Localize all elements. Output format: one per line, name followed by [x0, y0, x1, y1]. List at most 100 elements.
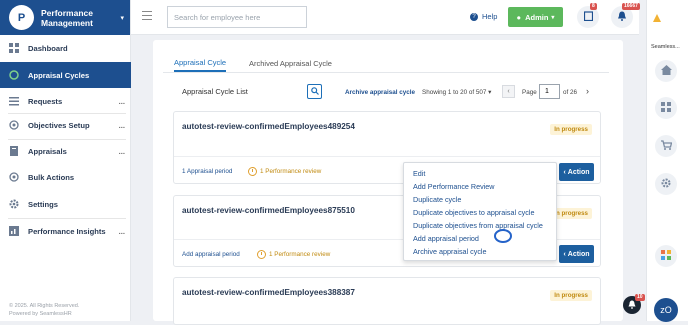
sidebar-item-appraisals[interactable]: Appraisals ...: [0, 138, 131, 164]
cycle-title[interactable]: autotest-review-confirmedEmployees875510: [182, 206, 355, 215]
dashboard-icon: [9, 43, 19, 53]
home-button[interactable]: [655, 60, 677, 82]
clock-icon: [257, 250, 266, 259]
employee-search-input[interactable]: [167, 6, 307, 28]
more-icon[interactable]: ...: [119, 227, 125, 236]
sidebar-item-label: Bulk Actions: [28, 172, 75, 182]
list-title: Appraisal Cycle List: [182, 87, 248, 96]
floating-badge: 10: [635, 294, 645, 301]
menu-item-duplicate-objectives-to[interactable]: Duplicate objectives to appraisal cycle: [413, 208, 534, 217]
menu-item-edit[interactable]: Edit: [413, 169, 425, 178]
cycle-title[interactable]: autotest-review-confirmedEmployees489254: [182, 122, 355, 131]
user-avatar[interactable]: zO: [654, 298, 678, 322]
appraisal-period-link[interactable]: 1 Appraisal period: [182, 168, 232, 175]
item-divider: [174, 156, 600, 157]
list-search-button[interactable]: [307, 84, 322, 99]
tab-divider: [163, 72, 609, 73]
sidebar-item-requests[interactable]: Requests ...: [0, 88, 131, 114]
gear-icon: [661, 178, 671, 190]
sidebar-item-settings[interactable]: Settings: [0, 191, 131, 217]
tab-archived-appraisal-cycle[interactable]: Archived Appraisal Cycle: [249, 55, 332, 72]
chevron-left-icon: ‹: [507, 88, 510, 95]
showing-text: Showing 1 to 20 of 507: [422, 89, 487, 96]
more-icon[interactable]: ...: [119, 147, 125, 156]
sidebar-item-bulk-actions[interactable]: Bulk Actions: [0, 164, 131, 190]
more-icon[interactable]: ...: [119, 97, 125, 106]
search-icon: [310, 86, 319, 97]
list-icon: [9, 96, 19, 106]
menu-item-archive-appraisal-cycle[interactable]: Archive appraisal cycle: [413, 247, 487, 256]
next-page-button[interactable]: ›: [586, 86, 589, 96]
page-of: of 26: [563, 89, 577, 96]
bell-icon: [617, 11, 627, 23]
grid-icon: [661, 102, 671, 114]
sidebar-item-label: Dashboard: [28, 43, 68, 53]
chevron-down-icon[interactable]: ▾: [120, 14, 124, 22]
apps-button[interactable]: [655, 97, 677, 119]
action-label: Action: [567, 168, 590, 176]
menu-item-add-appraisal-period[interactable]: Add appraisal period: [413, 234, 479, 243]
tasks-badge: 8: [590, 3, 597, 10]
settings-button[interactable]: [655, 173, 677, 195]
help-link[interactable]: ? Help: [470, 12, 497, 21]
sidebar-item-label: Appraisals: [28, 146, 67, 156]
brand-mini-logo: [651, 12, 663, 24]
topbar: ? Help ● Admin ▾ 8 16667: [131, 0, 640, 35]
cart-icon: [660, 140, 672, 152]
sidebar-item-dashboard[interactable]: Dashboard: [0, 35, 131, 61]
sidebar-item-label: Requests: [28, 96, 63, 106]
performance-review-label: 1 Performance review: [260, 168, 322, 175]
notifications-button[interactable]: 16667: [611, 3, 640, 28]
tab-appraisal-cycle[interactable]: Appraisal Cycle: [174, 55, 227, 72]
notifications-badge: 16667: [622, 3, 640, 10]
click-indicator-icon: [494, 229, 512, 243]
menu-item-duplicate-cycle[interactable]: Duplicate cycle: [413, 195, 461, 204]
target-icon: [9, 120, 19, 130]
status-badge: In progress: [550, 290, 592, 301]
sidebar-footer: © 2025. All Rights Reserved. Powered by …: [9, 302, 79, 318]
right-panel-brand: Seamless...: [651, 44, 680, 50]
sidebar-item-performance-insights[interactable]: Performance Insights ...: [0, 218, 131, 244]
cycle-title[interactable]: autotest-review-confirmedEmployees388387: [182, 288, 355, 297]
sidebar-item-objectives-setup[interactable]: Objectives Setup ...: [0, 112, 131, 138]
action-button[interactable]: ‹ Action: [559, 163, 594, 181]
gear-icon: [9, 199, 19, 209]
archive-appraisal-cycle-link[interactable]: Archive appraisal cycle: [345, 89, 415, 96]
colorful-grid-icon: [661, 250, 671, 262]
sidebar-item-label: Performance Insights: [28, 226, 106, 236]
showing-count[interactable]: Showing 1 to 20 of 507 ▾: [422, 89, 491, 96]
widgets-button[interactable]: [655, 245, 677, 267]
admin-dropdown[interactable]: ● Admin ▾: [508, 7, 563, 27]
floating-notifications-button[interactable]: 10: [623, 294, 645, 314]
menu-toggle-icon[interactable]: [142, 11, 152, 20]
chart-icon: [9, 226, 19, 236]
performance-review-label: 1 Performance review: [269, 251, 331, 258]
sidebar-item-label: Objectives Setup: [28, 120, 90, 130]
menu-item-add-performance-review[interactable]: Add Performance Review: [413, 182, 495, 191]
admin-label: Admin: [525, 12, 549, 22]
book-icon: [9, 146, 19, 156]
menu-item-duplicate-objectives-from[interactable]: Duplicate objectives from appraisal cycl…: [413, 221, 543, 230]
app-logo: P: [9, 5, 34, 30]
tasks-button[interactable]: 8: [577, 3, 599, 28]
brand-header[interactable]: P Performance Management ▾: [0, 0, 130, 35]
sidebar-item-label: Settings: [28, 199, 58, 209]
target-icon: [9, 172, 19, 182]
clipboard-icon: [583, 11, 593, 23]
user-icon: ●: [516, 12, 522, 22]
performance-review-link[interactable]: 1 Performance review: [248, 167, 321, 176]
action-label: Action: [567, 250, 590, 258]
cycle-icon: [9, 70, 19, 80]
help-icon: ?: [470, 12, 478, 21]
add-appraisal-period-link[interactable]: Add appraisal period: [182, 251, 240, 258]
powered-by-text: Powered by SeamlessHR: [9, 311, 72, 317]
more-icon[interactable]: ...: [119, 121, 125, 130]
chevron-right-icon: ›: [586, 86, 589, 96]
action-button[interactable]: ‹ Action: [559, 245, 594, 263]
prev-page-button[interactable]: ‹: [502, 85, 515, 98]
chevron-down-icon: ▾: [551, 14, 555, 21]
page-input[interactable]: [539, 84, 560, 99]
cart-button[interactable]: [655, 135, 677, 157]
sidebar-item-appraisal-cycles[interactable]: Appraisal Cycles: [0, 62, 131, 88]
performance-review-link[interactable]: 1 Performance review: [257, 250, 330, 259]
